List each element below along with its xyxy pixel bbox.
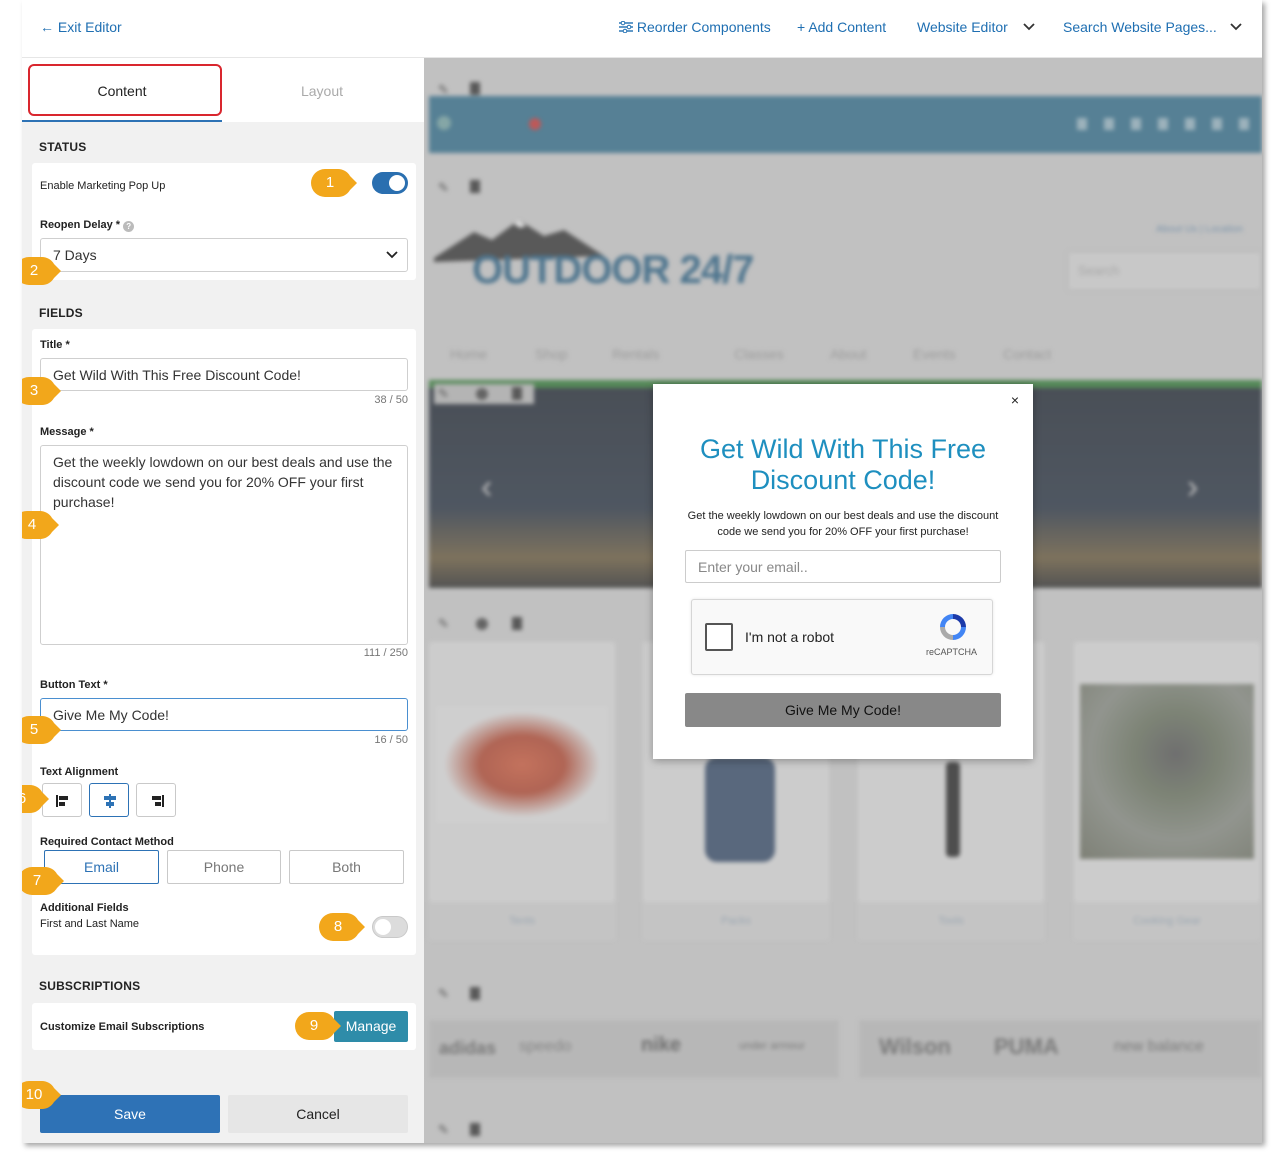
callout-badge-4: 4	[22, 510, 60, 540]
alignment-group	[42, 783, 182, 817]
message-label: Message *	[40, 426, 94, 438]
title-counter: 38 / 50	[374, 394, 408, 406]
editor-window: ← Exit Editor Reorder Components + Add C…	[22, 0, 1262, 1143]
align-right-button[interactable]	[136, 783, 176, 817]
callout-badge-10: 10	[22, 1080, 62, 1110]
manage-button[interactable]: Manage	[334, 1011, 408, 1042]
status-card: Enable Marketing Pop Up Reopen Delay * ?…	[32, 163, 416, 280]
plus-icon: +	[797, 19, 806, 35]
title-label: Title *	[40, 339, 70, 351]
recaptcha-logo-icon	[940, 614, 966, 640]
cancel-button[interactable]: Cancel	[228, 1095, 408, 1133]
callout-badge-5: 5	[22, 715, 62, 745]
subscriptions-heading: SUBSCRIPTIONS	[39, 979, 141, 993]
title-input[interactable]: Get Wild With This Free Discount Code!	[40, 358, 408, 391]
toggle-knob	[389, 175, 405, 191]
callout-badge-3: 3	[22, 376, 62, 406]
reopen-delay-select[interactable]: 7 Days	[40, 238, 408, 272]
contact-method-group: Email Phone Both	[44, 850, 406, 884]
contact-method-label: Required Contact Method	[40, 836, 174, 848]
align-right-icon	[152, 795, 164, 807]
highlight-box	[28, 64, 222, 116]
subscriptions-card: Customize Email Subscriptions Manage	[32, 1003, 416, 1050]
save-button[interactable]: Save	[40, 1095, 220, 1133]
recaptcha-label: I'm not a robot	[745, 629, 835, 645]
sliders-icon	[619, 20, 633, 34]
chevron-down-icon[interactable]	[1022, 22, 1036, 32]
button-text-input[interactable]: Give Me My Code!	[40, 698, 408, 731]
status-heading: STATUS	[39, 140, 87, 154]
arrow-left-icon: ←	[40, 19, 54, 35]
popup-email-input[interactable]: Enter your email..	[685, 550, 1001, 583]
popup-submit-button[interactable]: Give Me My Code!	[685, 693, 1001, 727]
enable-popup-label: Enable Marketing Pop Up	[40, 180, 166, 192]
enable-popup-toggle[interactable]	[372, 172, 408, 194]
toggle-knob	[375, 919, 391, 935]
text-alignment-label: Text Alignment	[40, 766, 119, 778]
panel-tabs: Content Layout	[22, 58, 424, 122]
callout-badge-2: 2	[22, 256, 62, 286]
recaptcha-checkbox[interactable]	[705, 623, 733, 651]
fields-card: Title * Get Wild With This Free Discount…	[32, 329, 416, 955]
callout-badge-1: 1	[310, 168, 358, 198]
chevron-down-icon	[386, 251, 398, 259]
message-counter: 111 / 250	[363, 647, 408, 659]
top-bar: ← Exit Editor Reorder Components + Add C…	[22, 0, 1262, 58]
callout-badge-7: 7	[22, 866, 65, 896]
website-editor-dropdown[interactable]: Website Editor	[917, 19, 1008, 35]
align-center-icon	[104, 794, 116, 808]
contact-both-button[interactable]: Both	[289, 850, 404, 884]
callout-badge-8: 8	[318, 912, 366, 942]
customize-subscriptions-label: Customize Email Subscriptions	[40, 1021, 205, 1033]
additional-fields-sub: First and Last Name	[40, 918, 140, 930]
reorder-components-link[interactable]: Reorder Components	[619, 19, 771, 35]
button-text-counter: 16 / 50	[374, 734, 408, 746]
button-text-label: Button Text *	[40, 679, 108, 691]
align-center-button[interactable]	[89, 783, 129, 817]
search-pages-dropdown[interactable]: Search Website Pages...	[1063, 19, 1217, 35]
additional-fields-label: Additional Fields	[40, 902, 129, 914]
callout-badge-6: 6	[22, 784, 50, 814]
tab-layout[interactable]: Layout	[222, 58, 422, 122]
add-content-link[interactable]: + Add Content	[797, 19, 886, 35]
marketing-popup: × Get Wild With This Free Discount Code!…	[653, 384, 1033, 759]
reopen-delay-label: Reopen Delay * ?	[40, 219, 135, 232]
settings-panel: Content Layout STATUS Enable Marketing P…	[22, 58, 424, 1143]
message-textarea[interactable]: Get the weekly lowdown on our best deals…	[40, 445, 408, 645]
info-icon: ?	[123, 221, 135, 232]
additional-fields-toggle[interactable]	[372, 916, 408, 938]
popup-title: Get Wild With This Free Discount Code!	[699, 434, 987, 495]
popup-message: Get the weekly lowdown on our best deals…	[687, 510, 999, 538]
fields-heading: FIELDS	[39, 306, 83, 320]
close-icon[interactable]: ×	[1011, 392, 1019, 408]
contact-phone-button[interactable]: Phone	[167, 850, 281, 884]
callout-badge-9: 9	[294, 1011, 342, 1041]
chevron-down-icon[interactable]	[1229, 22, 1243, 32]
recaptcha-brand: reCAPTCHA	[926, 647, 978, 657]
website-preview: ✎ ✎ OUTDOOR 24/7 About Us | Location Sea…	[424, 58, 1262, 1143]
recaptcha-widget: I'm not a robot reCAPTCHA	[691, 599, 993, 675]
exit-editor-link[interactable]: ← Exit Editor	[40, 19, 122, 35]
